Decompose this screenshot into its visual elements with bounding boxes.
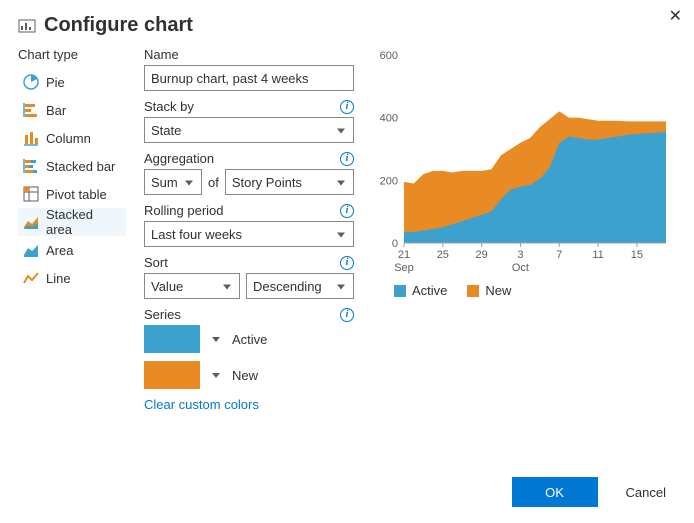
svg-text:200: 200 xyxy=(380,175,398,187)
series-name: Active xyxy=(232,332,267,347)
chart-type-item-label: Area xyxy=(46,243,73,258)
legend-label: Active xyxy=(412,283,447,298)
dialog-footer: OK Cancel xyxy=(512,477,676,507)
aggregation-of-text: of xyxy=(208,175,219,190)
stack-by-select[interactable]: State xyxy=(144,117,354,143)
chart-type-item-label: Stacked bar xyxy=(46,159,115,174)
dialog-header: Configure chart xyxy=(0,0,694,47)
chart-type-bar[interactable]: Bar xyxy=(18,96,126,124)
chart-type-label: Chart type xyxy=(18,47,126,62)
svg-text:11: 11 xyxy=(592,249,603,261)
legend-label: New xyxy=(485,283,511,298)
chart-type-stacked-bar[interactable]: Stacked bar xyxy=(18,152,126,180)
svg-text:3: 3 xyxy=(517,249,523,261)
chart-type-item-label: Line xyxy=(46,271,71,286)
sort-dir-select[interactable]: Descending xyxy=(246,273,354,299)
ok-button[interactable]: OK xyxy=(512,477,598,507)
chart-type-item-label: Pie xyxy=(46,75,65,90)
legend-swatch xyxy=(467,285,479,297)
column-icon xyxy=(22,129,40,147)
legend-item-new: New xyxy=(467,283,511,298)
sort-by-select[interactable]: Value xyxy=(144,273,240,299)
chevron-down-icon[interactable] xyxy=(212,373,220,378)
rolling-label: Rolling period xyxy=(144,203,224,218)
chart-preview: 020040060021Sep25293Oct71115 Active New xyxy=(372,47,682,420)
chart-type-column[interactable]: Column xyxy=(18,124,126,152)
svg-text:29: 29 xyxy=(476,249,488,261)
aggregation-label: Aggregation xyxy=(144,151,214,166)
name-input[interactable]: Burnup chart, past 4 weeks xyxy=(144,65,354,91)
stack-by-label: Stack by xyxy=(144,99,194,114)
info-icon[interactable]: i xyxy=(340,100,354,114)
series-label: Series xyxy=(144,307,181,322)
chart-type-item-label: Column xyxy=(46,131,91,146)
chart-config-icon xyxy=(18,17,36,35)
svg-text:Oct: Oct xyxy=(512,262,529,274)
legend-swatch xyxy=(394,285,406,297)
chart-type-pivot-table[interactable]: Pivot table xyxy=(18,180,126,208)
legend-item-active: Active xyxy=(394,283,447,298)
svg-text:Sep: Sep xyxy=(394,262,414,274)
cancel-button[interactable]: Cancel xyxy=(616,479,676,506)
chart-type-item-label: Pivot table xyxy=(46,187,107,202)
clear-colors-link[interactable]: Clear custom colors xyxy=(144,397,354,412)
info-icon[interactable]: i xyxy=(340,256,354,270)
sort-label: Sort xyxy=(144,255,168,270)
chart-type-item-label: Bar xyxy=(46,103,66,118)
svg-text:400: 400 xyxy=(380,113,398,125)
info-icon[interactable]: i xyxy=(340,204,354,218)
series-name: New xyxy=(232,368,258,383)
series-swatch[interactable] xyxy=(144,361,200,389)
chart-type-item-label: Stacked area xyxy=(46,207,122,237)
chart-type-line[interactable]: Line xyxy=(18,264,126,292)
dialog-title: Configure chart xyxy=(44,14,193,37)
pivot-table-icon xyxy=(22,185,40,203)
pie-icon xyxy=(22,73,40,91)
series-row-new: New xyxy=(144,361,354,389)
chevron-down-icon[interactable] xyxy=(212,337,220,342)
chart-legend: Active New xyxy=(372,277,672,298)
bar-icon xyxy=(22,101,40,119)
aggregation-func-select[interactable]: Sum xyxy=(144,169,202,195)
chart-type-sidebar: Chart type Pie Bar Column Stacked bar xyxy=(18,47,126,420)
stacked-area-chart: 020040060021Sep25293Oct71115 xyxy=(372,47,672,277)
svg-text:21: 21 xyxy=(398,249,410,261)
close-button[interactable]: ✕ xyxy=(669,6,682,26)
rolling-select[interactable]: Last four weeks xyxy=(144,221,354,247)
config-form: Name Burnup chart, past 4 weeks Stack by… xyxy=(144,47,354,420)
chart-type-area[interactable]: Area xyxy=(18,236,126,264)
svg-text:600: 600 xyxy=(380,50,398,62)
info-icon[interactable]: i xyxy=(340,308,354,322)
svg-text:7: 7 xyxy=(556,249,562,261)
line-icon xyxy=(22,269,40,287)
svg-text:15: 15 xyxy=(631,249,643,261)
info-icon[interactable]: i xyxy=(340,152,354,166)
name-label: Name xyxy=(144,47,179,62)
series-swatch[interactable] xyxy=(144,325,200,353)
series-row-active: Active xyxy=(144,325,354,353)
area-icon xyxy=(22,241,40,259)
chart-type-pie[interactable]: Pie xyxy=(18,68,126,96)
chart-type-stacked-area[interactable]: Stacked area xyxy=(18,208,126,236)
stacked-area-icon xyxy=(22,213,40,231)
aggregation-field-select[interactable]: Story Points xyxy=(225,169,354,195)
stacked-bar-icon xyxy=(22,157,40,175)
svg-text:25: 25 xyxy=(437,249,449,261)
